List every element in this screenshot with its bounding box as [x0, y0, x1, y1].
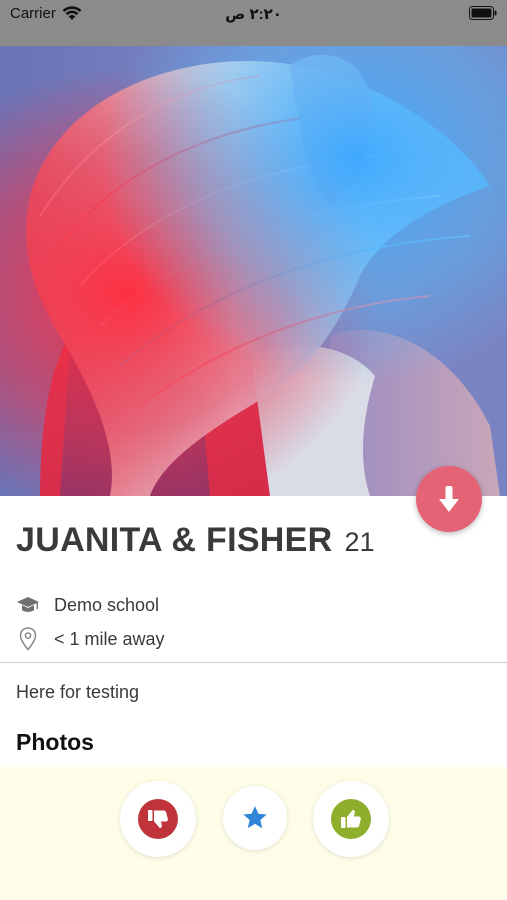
- graduation-cap-icon: [16, 593, 40, 617]
- distance-row: < 1 mile away: [16, 627, 165, 651]
- dislike-button[interactable]: [120, 781, 196, 857]
- download-button[interactable]: [416, 466, 482, 532]
- school-label: Demo school: [54, 594, 160, 615]
- profile-name: JUANITA & FISHER: [16, 521, 333, 559]
- superlike-button[interactable]: [223, 786, 287, 850]
- profile-age: 21: [344, 527, 375, 557]
- school-row: Demo school: [16, 593, 159, 617]
- thumbs-up-icon: [341, 809, 361, 828]
- status-bar: Carrier ٢:٢٠ ص: [0, 0, 507, 46]
- profile-bio: Here for testing: [16, 682, 140, 702]
- profile-photo[interactable]: [0, 46, 507, 496]
- like-button[interactable]: [313, 781, 389, 857]
- arrow-down-icon: [439, 486, 459, 512]
- clock: ٢:٢٠ ص: [225, 6, 282, 23]
- section-divider: [0, 662, 507, 663]
- photos-section-title: Photos: [16, 729, 94, 755]
- distance-label: < 1 mile away: [54, 628, 165, 649]
- battery-icon: [469, 6, 497, 20]
- profile-header: JUANITA & FISHER 21: [16, 521, 375, 560]
- battery-indicator: [469, 6, 497, 25]
- star-icon: [243, 806, 267, 829]
- dislike-icon-circle: [138, 799, 178, 839]
- profile-photo-illustration: [0, 46, 507, 496]
- location-pin-icon: [16, 627, 40, 651]
- thumbs-down-icon: [148, 810, 168, 829]
- like-icon-circle: [331, 799, 371, 839]
